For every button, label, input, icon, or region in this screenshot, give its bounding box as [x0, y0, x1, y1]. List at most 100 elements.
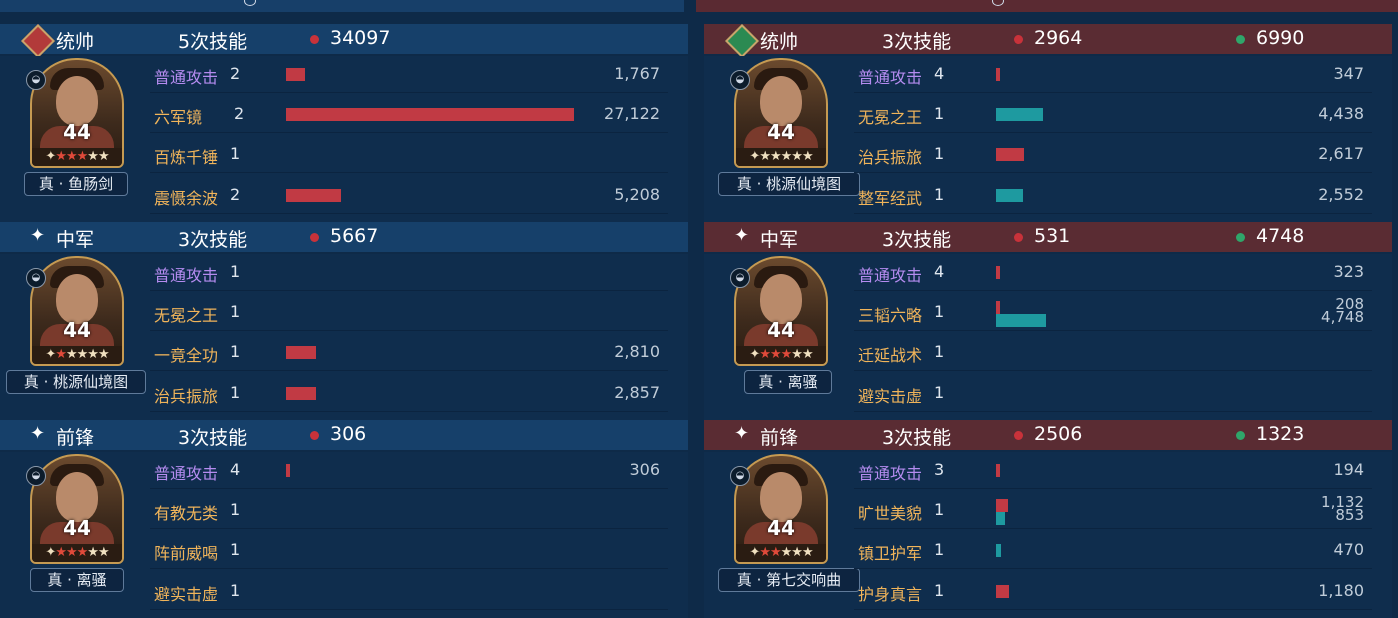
skill-name: 普通攻击: [154, 266, 219, 285]
skill-name: 无冕之王: [154, 306, 219, 325]
skill-level: 1: [934, 342, 945, 361]
damage-bar: [996, 301, 1000, 314]
heal-bar: [996, 314, 1047, 327]
skill-name: 整军经武: [858, 189, 923, 208]
skill-name: 有教无类: [154, 504, 219, 523]
skill-value: 2,617: [1318, 144, 1364, 163]
damage-dot-icon: [310, 35, 319, 44]
section-body: 44 ✦★★★★★ ◒ 真 · 桃源仙境图 普通攻击 1 无冕之王 1 一竟全功 1 2,810 治兵…: [0, 254, 688, 420]
skill-row: 普通攻击 4 306: [150, 452, 668, 489]
treasure-label[interactable]: 真 · 鱼肠剑: [24, 172, 128, 196]
hero-level: 44: [63, 318, 91, 342]
skill-name: 普通攻击: [154, 68, 219, 87]
damage-dot-icon: [1014, 233, 1023, 242]
skill-row: 镇卫护军 1 470: [854, 532, 1372, 569]
star-icon: ★: [87, 545, 99, 560]
skill-level: 1: [934, 302, 945, 321]
helmet-badge-icon: ◒: [730, 70, 750, 90]
treasure-label[interactable]: 真 · 桃源仙境图: [6, 370, 146, 394]
treasure-label[interactable]: 真 · 离骚: [744, 370, 832, 394]
skill-row: 旷世美貌 1 1,132 853: [854, 492, 1372, 529]
role-name: 统帅: [760, 31, 799, 53]
star-icon: ★: [780, 149, 793, 164]
treasure-label[interactable]: 真 · 第七交响曲: [718, 568, 860, 592]
heal-dot-icon: [1236, 233, 1245, 242]
skill-name: 普通攻击: [858, 266, 923, 285]
section-body: 44 ✦★★★★★ ◒ 真 · 第七交响曲 普通攻击 3 194 旷世美貌 1 1,132 853 镇…: [704, 452, 1392, 618]
skill-row: 阵前威喝 1: [150, 532, 668, 569]
skill-level: 1: [934, 185, 945, 204]
hero-face: [760, 472, 802, 522]
damage-bar: [996, 464, 1000, 477]
hero-section: ✦ 前锋 3次技能 306 44 ✦★★★★★ ◒ 真 · 离骚 普通攻击 4 306 有教无类 1 阵前…: [0, 420, 688, 618]
damage-dot-icon: [1014, 431, 1023, 440]
star-icon: ★: [97, 149, 110, 164]
treasure-label[interactable]: 真 · 离骚: [30, 568, 124, 592]
star-icon: ★: [759, 545, 771, 560]
skill-name: 三韬六略: [858, 306, 923, 325]
skill-value-heal: 4,748: [1321, 308, 1364, 326]
damage-bar: [286, 387, 317, 400]
helmet-badge-icon: ◒: [730, 466, 750, 486]
hero-level: 44: [767, 318, 795, 342]
skill-value: 27,122: [604, 104, 660, 123]
skill-value: 2,810: [614, 342, 660, 361]
skill-count: 3次技能: [882, 427, 952, 449]
role-name: 统帅: [56, 31, 95, 53]
skill-value: 1,767: [614, 64, 660, 83]
hero-stars: ✦★★★★★: [32, 148, 122, 166]
damage-total: 2964: [1034, 27, 1083, 49]
damage-bar: [996, 68, 1000, 81]
skill-row: 无冕之王 1 4,438: [854, 96, 1372, 133]
helmet-badge-icon: ◒: [26, 466, 46, 486]
role-name: 前锋: [760, 427, 799, 449]
skill-count: 3次技能: [178, 229, 248, 251]
skill-level: 1: [230, 302, 241, 321]
skill-level: 4: [934, 64, 945, 83]
star-icon: ★: [780, 545, 793, 560]
sparkle-icon: ✦: [30, 423, 46, 444]
hero-level: 44: [767, 516, 795, 540]
heal-dot-icon: [1236, 35, 1245, 44]
treasure-label[interactable]: 真 · 桃源仙境图: [718, 172, 860, 196]
skill-name: 迁延战术: [858, 346, 923, 365]
skill-row: 震慑余波 2 5,208: [150, 177, 668, 214]
hero-stars: ✦★★★★★: [32, 346, 122, 364]
skill-row: 三韬六略 1 208 4,748: [854, 294, 1372, 331]
section-body: 44 ✦★★★★★ ◒ 真 · 离骚 普通攻击 4 306 有教无类 1 阵前威喝 1 避实击虚 1: [0, 452, 688, 618]
skill-name: 震慑余波: [154, 189, 219, 208]
damage-bar: [286, 464, 290, 477]
hero-face: [760, 274, 802, 324]
skill-row: 整军经武 1 2,552: [854, 177, 1372, 214]
star-icon: ★: [87, 347, 99, 362]
skill-level: 1: [230, 540, 241, 559]
damage-dot-icon: [1014, 35, 1023, 44]
hero-stars: ✦★★★★★: [32, 544, 122, 562]
hero-section: 统帅 3次技能 2964 6990 44 ✦★★★★★ ◒ 真 · 桃源仙境图 普通攻击 4 347…: [704, 24, 1392, 222]
hero-level: 44: [63, 120, 91, 144]
skill-row: 普通攻击 4 347: [854, 56, 1372, 93]
skill-level: 1: [934, 540, 945, 559]
star-icon: ★: [801, 545, 814, 560]
skill-value: 208 4,748: [1321, 297, 1364, 326]
skill-row: 一竟全功 1 2,810: [150, 334, 668, 371]
star-icon: ★: [759, 149, 771, 164]
skill-level: 2: [234, 104, 245, 123]
star-icon: ★: [801, 347, 814, 362]
skill-value: 470: [1333, 540, 1364, 559]
star-icon: ★: [97, 347, 110, 362]
skill-row: 六军镜 2 27,122: [150, 96, 668, 133]
left-team-topbar: [0, 0, 684, 12]
damage-total: 531: [1034, 225, 1071, 247]
role-name: 中军: [56, 229, 95, 251]
helmet-badge-icon: ◒: [26, 268, 46, 288]
star-icon: ★: [55, 347, 67, 362]
damage-bar: [286, 68, 305, 81]
star-icon: ★: [76, 347, 89, 362]
star-prefix-icon: ✦: [749, 347, 760, 362]
damage-bar: [996, 499, 1009, 512]
hero-face: [56, 76, 98, 126]
damage-bar: [286, 108, 574, 121]
skill-count: 3次技能: [178, 427, 248, 449]
skill-level: 4: [934, 262, 945, 281]
